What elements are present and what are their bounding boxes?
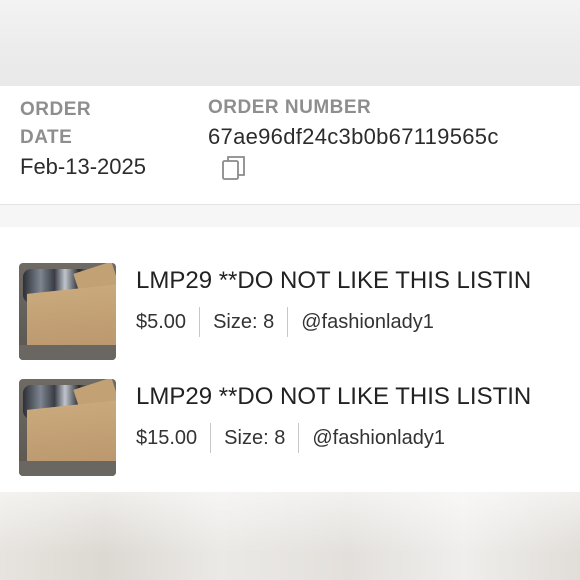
order-header: ORDER DATE Feb-13-2025 ORDER NUMBER 67ae… (0, 86, 580, 204)
item-price: $5.00 (136, 310, 187, 333)
item-meta: $15.00 Size: 8 @fashionlady1 (136, 423, 445, 453)
item-size: Size: 8 (213, 310, 275, 333)
item-seller[interactable]: @fashionlady1 (312, 427, 445, 450)
order-items-list: LMP29 **DO NOT LIKE THIS LISTIN $5.00 Si… (0, 227, 580, 492)
meta-separator (210, 423, 212, 453)
order-number-value: 67ae96df24c3b0b67119565c (208, 124, 499, 149)
section-divider (0, 204, 580, 228)
item-seller[interactable]: @fashionlady1 (301, 311, 434, 334)
meta-separator (298, 423, 300, 453)
item-price: $15.00 (136, 426, 198, 449)
order-date-value: Feb-13-2025 (20, 154, 146, 179)
background-photo-top (0, 0, 580, 86)
item-thumbnail[interactable] (19, 263, 116, 360)
list-item[interactable]: LMP29 **DO NOT LIKE THIS LISTIN $5.00 Si… (0, 263, 580, 363)
copy-icon[interactable] (221, 154, 247, 182)
meta-separator (199, 307, 201, 337)
list-item[interactable]: LMP29 **DO NOT LIKE THIS LISTIN $15.00 S… (0, 379, 580, 479)
order-date-label: ORDER DATE (20, 99, 92, 148)
item-thumbnail[interactable] (19, 379, 116, 476)
item-meta: $5.00 Size: 8 @fashionlady1 (136, 307, 434, 337)
item-title[interactable]: LMP29 **DO NOT LIKE THIS LISTIN (136, 267, 580, 295)
item-title[interactable]: LMP29 **DO NOT LIKE THIS LISTIN (136, 383, 580, 411)
background-photo-bottom (0, 492, 580, 580)
order-number-label: ORDER NUMBER (208, 97, 372, 118)
meta-separator (287, 307, 289, 337)
item-size: Size: 8 (224, 426, 286, 449)
